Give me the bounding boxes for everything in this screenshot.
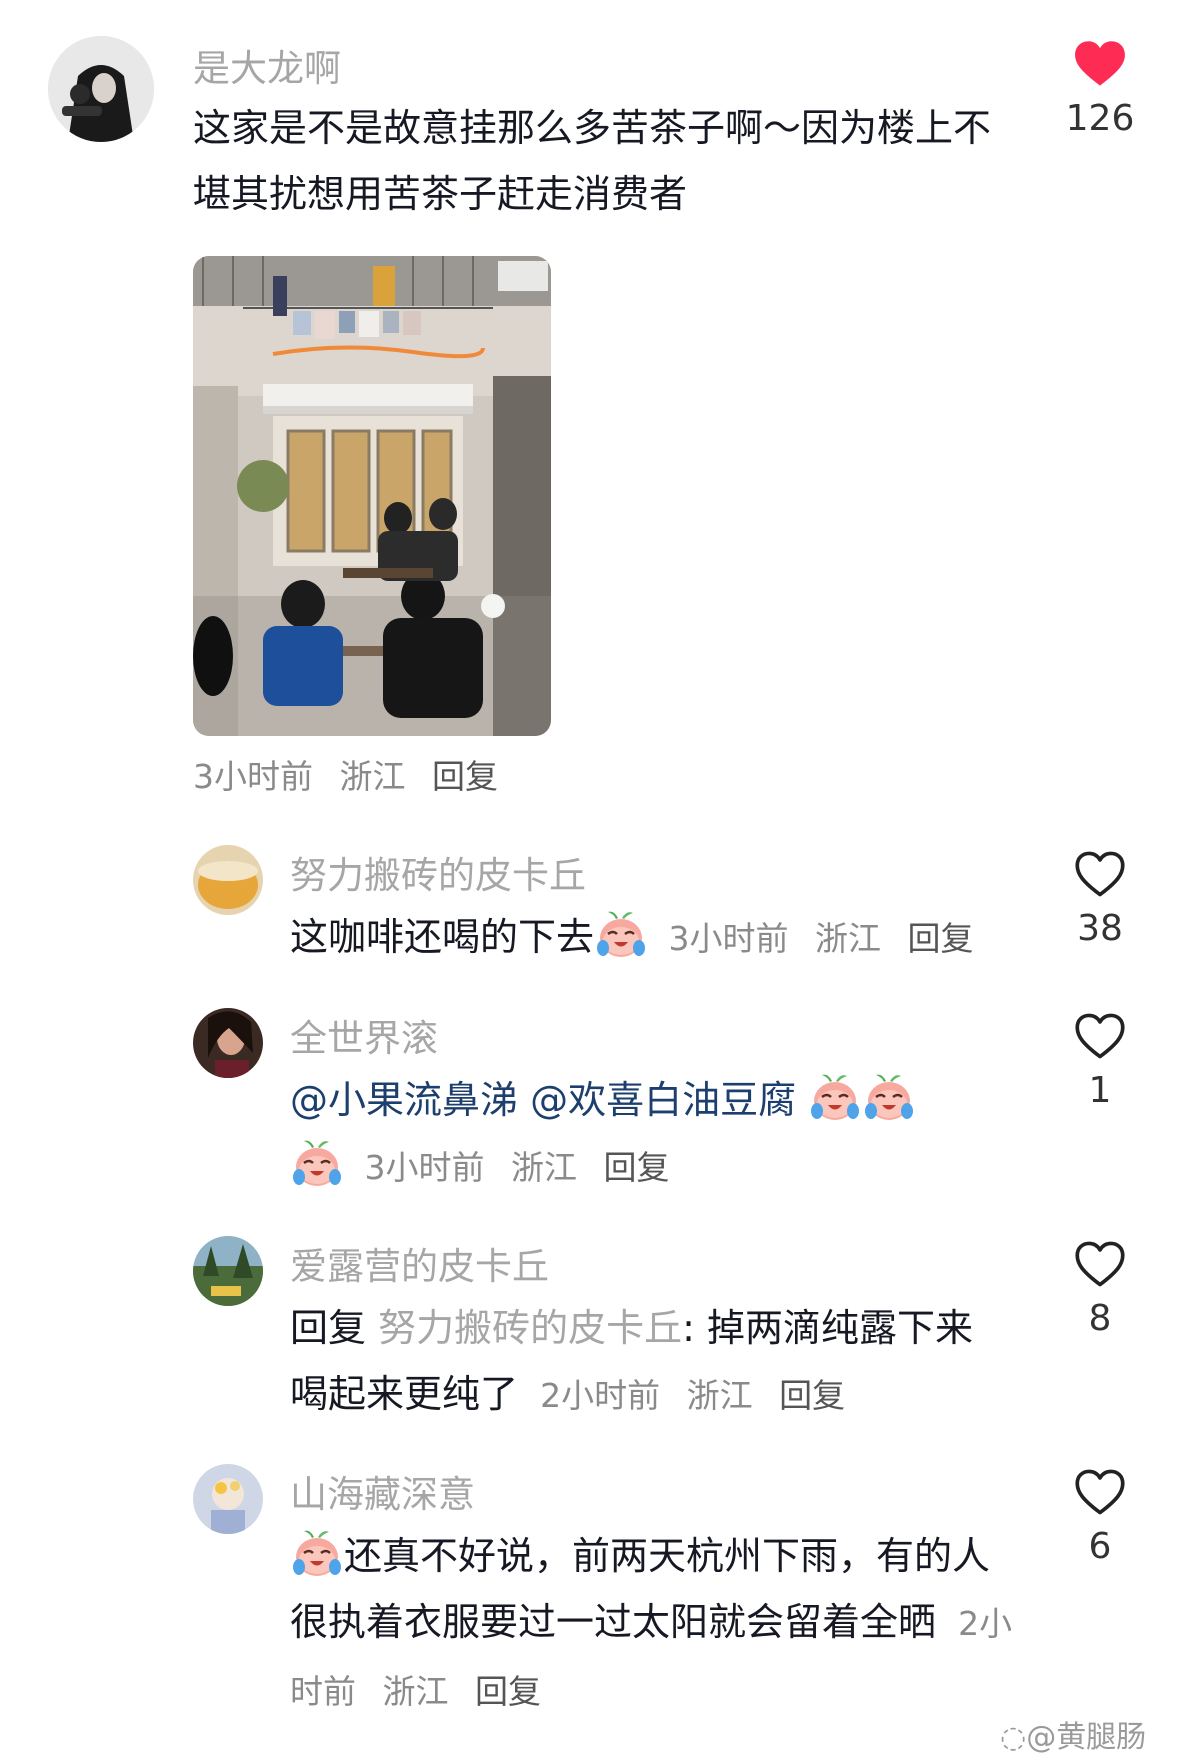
like-button[interactable]: 38 bbox=[1045, 850, 1155, 949]
avatar[interactable] bbox=[193, 1236, 263, 1306]
reply-author[interactable]: 爱露营的皮卡丘 bbox=[290, 1236, 549, 1290]
reply-text: 这咖啡还喝的下去 3小时前 浙江 回复 bbox=[290, 904, 974, 972]
reply-time: 3小时前 bbox=[668, 919, 789, 958]
reply-location: 浙江 bbox=[815, 919, 882, 958]
comment-time: 3小时前 bbox=[193, 757, 313, 796]
reply-button[interactable]: 回复 bbox=[604, 1148, 670, 1187]
comment-location: 浙江 bbox=[339, 757, 406, 796]
like-button[interactable]: 126 bbox=[1045, 40, 1155, 139]
reply-to-user[interactable]: 努力搬砖的皮卡丘 bbox=[378, 1306, 682, 1350]
comment-meta: 3小时前 浙江 回复 bbox=[183, 750, 498, 798]
like-count: 8 bbox=[1088, 1298, 1112, 1339]
like-count: 1 bbox=[1088, 1070, 1112, 1111]
like-button[interactable]: 6 bbox=[1045, 1468, 1155, 1567]
reply-text-line2: 3小时前 浙江 回复 bbox=[290, 1133, 670, 1201]
avatar[interactable] bbox=[193, 1464, 263, 1534]
reply-prefix: 回复 bbox=[290, 1306, 367, 1350]
like-count: 38 bbox=[1077, 908, 1123, 949]
avatar[interactable] bbox=[193, 845, 263, 915]
reply-text: 还真不好说，前两天杭州下雨，有的人很执着衣服要过一过太阳就会留着全晒 2小时前 … bbox=[290, 1523, 1020, 1725]
comment-text: 这家是不是故意挂那么多苦茶子啊～因为楼上不堪其扰想用苦茶子赶走消费者 bbox=[193, 106, 992, 216]
crying-laughing-emoji-icon bbox=[808, 1071, 862, 1123]
reply-button[interactable]: 回复 bbox=[432, 757, 498, 796]
reply-author[interactable]: 全世界滚 bbox=[290, 1008, 438, 1062]
like-count: 6 bbox=[1088, 1526, 1112, 1567]
reply-location: 浙江 bbox=[686, 1376, 753, 1415]
weibo-icon: ◌ bbox=[1000, 1720, 1027, 1755]
crying-laughing-emoji-icon bbox=[594, 908, 648, 960]
watermark-text: @黄腿肠 bbox=[1026, 1720, 1147, 1755]
like-count: 126 bbox=[1065, 98, 1135, 139]
like-button[interactable]: 8 bbox=[1045, 1240, 1155, 1339]
crying-laughing-emoji-icon bbox=[290, 1137, 344, 1189]
avatar[interactable] bbox=[48, 36, 154, 142]
reply-location: 浙江 bbox=[382, 1672, 449, 1711]
heart-filled-icon bbox=[1074, 40, 1126, 88]
heart-icon bbox=[1074, 1240, 1126, 1288]
watermark: ◌@黄腿肠 bbox=[1000, 1712, 1146, 1756]
reply-location: 浙江 bbox=[511, 1148, 577, 1187]
reply-text: @小果流鼻涕 @欢喜白油豆腐 bbox=[290, 1067, 916, 1133]
reply-text: 回复 努力搬砖的皮卡丘: 掉两滴纯露下来喝起来更纯了 2小时前 浙江 回复 bbox=[290, 1295, 1010, 1429]
reply-button[interactable]: 回复 bbox=[475, 1672, 541, 1711]
like-button[interactable]: 1 bbox=[1045, 1012, 1155, 1111]
reply-author[interactable]: 山海藏深意 bbox=[290, 1464, 475, 1518]
reply-text-content: 还真不好说，前两天杭州下雨，有的人很执着衣服要过一过太阳就会留着全晒 bbox=[290, 1534, 991, 1644]
mention-link[interactable]: @欢喜白油豆腐 bbox=[530, 1078, 796, 1122]
heart-icon bbox=[1074, 850, 1126, 898]
crying-laughing-emoji-icon bbox=[290, 1527, 344, 1579]
heart-icon bbox=[1074, 1468, 1126, 1516]
reply-time: 2小时前 bbox=[540, 1376, 661, 1415]
reply-time: 3小时前 bbox=[364, 1148, 485, 1187]
avatar[interactable] bbox=[193, 1008, 263, 1078]
crying-laughing-emoji-icon bbox=[862, 1071, 916, 1123]
reply-text-content: 这咖啡还喝的下去 bbox=[290, 915, 595, 959]
comment-photo[interactable] bbox=[193, 256, 551, 736]
reply-button[interactable]: 回复 bbox=[779, 1376, 845, 1415]
comment-author[interactable]: 是大龙啊 bbox=[193, 38, 341, 92]
reply-button[interactable]: 回复 bbox=[908, 919, 974, 958]
reply-author[interactable]: 努力搬砖的皮卡丘 bbox=[290, 845, 586, 899]
heart-icon bbox=[1074, 1012, 1126, 1060]
mention-link[interactable]: @小果流鼻涕 bbox=[290, 1078, 518, 1122]
